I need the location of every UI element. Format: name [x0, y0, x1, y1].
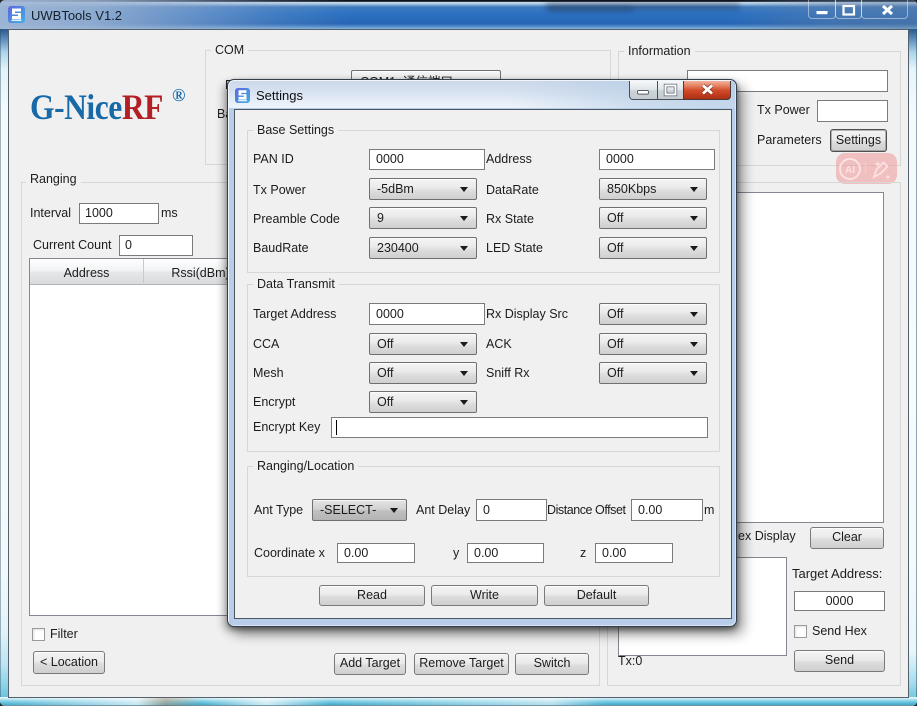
svg-text:AI: AI	[845, 165, 855, 176]
